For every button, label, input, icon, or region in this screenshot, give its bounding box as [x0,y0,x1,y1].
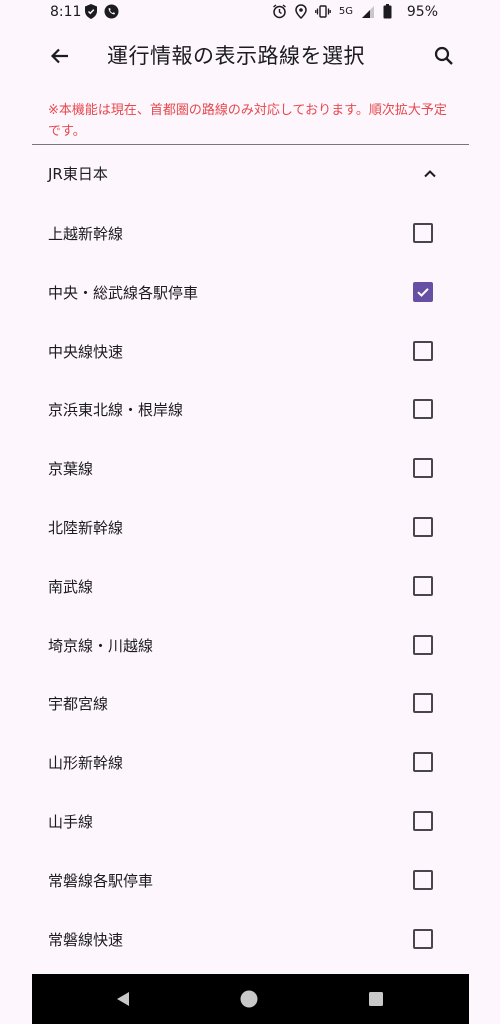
notice-text: ※本機能は現在、首都圏の路線のみ対応しております。順次拡大予定です。 [48,103,447,139]
checkbox[interactable] [413,869,433,890]
line-name: 京葉線 [48,460,94,479]
line-item[interactable]: 京浜東北線・根岸線 [32,380,469,439]
search-icon [430,46,458,74]
group-header-jr-east[interactable]: JR東日本 [32,150,469,198]
battery-percent: 95% [406,4,438,20]
line-name: 上越新幹線 [48,225,124,243]
line-item[interactable]: 山手線 [32,792,469,851]
checkbox[interactable] [413,810,433,831]
checkbox[interactable] [413,223,433,243]
checkbox[interactable] [413,340,433,361]
line-name: 埼京線・川越線 [48,636,154,655]
location-icon [295,4,307,19]
status-bar: 8:11 5G 95% [0,0,500,26]
divider [32,144,469,145]
line-name: 中央線快速 [48,342,124,361]
status-right-icons: 5G [272,4,392,19]
arrow-back-icon [46,48,74,74]
app-bar: 運行情報の表示路線を選択 [0,30,500,82]
checkbox[interactable] [413,399,433,420]
checkbox[interactable] [413,928,433,949]
line-name: 南武線 [48,577,94,596]
line-name: 京浜東北線・根岸線 [48,401,184,420]
line-item[interactable]: 北陸新幹線 [32,498,469,557]
line-item[interactable]: 常磐線各駅停車 [32,851,469,910]
nav-recent-apps-icon[interactable] [368,991,384,1011]
chevron-up-icon [420,164,440,188]
battery-icon [383,4,392,19]
line-item[interactable]: 山形新幹線 [32,733,469,792]
navigation-bar [32,974,469,1024]
search-button[interactable] [430,42,458,70]
line-item[interactable]: 中央線快速 [32,322,469,381]
status-time: 8:11 [50,4,82,20]
checkbox-checked[interactable] [413,281,433,302]
line-list: 上越新幹線中央・総武線各駅停車 中央線快速京浜東北線・根岸線 京葉線北陸新幹線南武線… [32,204,469,968]
line-name: 山手線 [48,812,94,831]
checkbox[interactable] [413,693,433,714]
checkbox[interactable] [413,752,433,773]
page-title: 運行情報の表示路線を選択 [107,44,365,68]
line-item[interactable]: 中央・総武線各駅停車 [32,263,469,322]
line-name: 北陸新幹線 [48,518,124,537]
line-item[interactable]: 常磐線快速 [32,910,469,969]
nav-home-icon[interactable] [240,990,258,1012]
check-icon [417,287,429,297]
group-label: JR東日本 [48,165,108,183]
line-name: 常磐線快速 [48,930,124,949]
line-item[interactable]: 京葉線 [32,439,469,498]
shield-icon [84,4,98,19]
line-name: 常磐線各駅停車 [48,871,154,890]
line-name: 山形新幹線 [48,754,124,773]
checkbox[interactable] [413,634,433,655]
network-type-label: 5G [338,6,353,17]
checkbox[interactable] [413,458,433,479]
status-left-icons [84,4,119,19]
phone-call-icon [104,4,119,19]
checkbox[interactable] [413,516,433,537]
line-item[interactable]: 上越新幹線 [32,204,469,263]
alarm-icon [272,4,287,19]
line-name: 中央・総武線各駅停車 [48,283,199,302]
line-name: 宇都宮線 [48,695,109,714]
vibrate-icon [315,4,331,19]
line-item[interactable]: 宇都宮線 [32,674,469,733]
checkbox[interactable] [413,575,433,596]
line-item[interactable]: 南武線 [32,557,469,616]
nav-back-icon[interactable] [114,990,132,1012]
back-button[interactable] [46,42,74,70]
signal-icon [361,5,375,19]
line-item[interactable]: 埼京線・川越線 [32,616,469,675]
